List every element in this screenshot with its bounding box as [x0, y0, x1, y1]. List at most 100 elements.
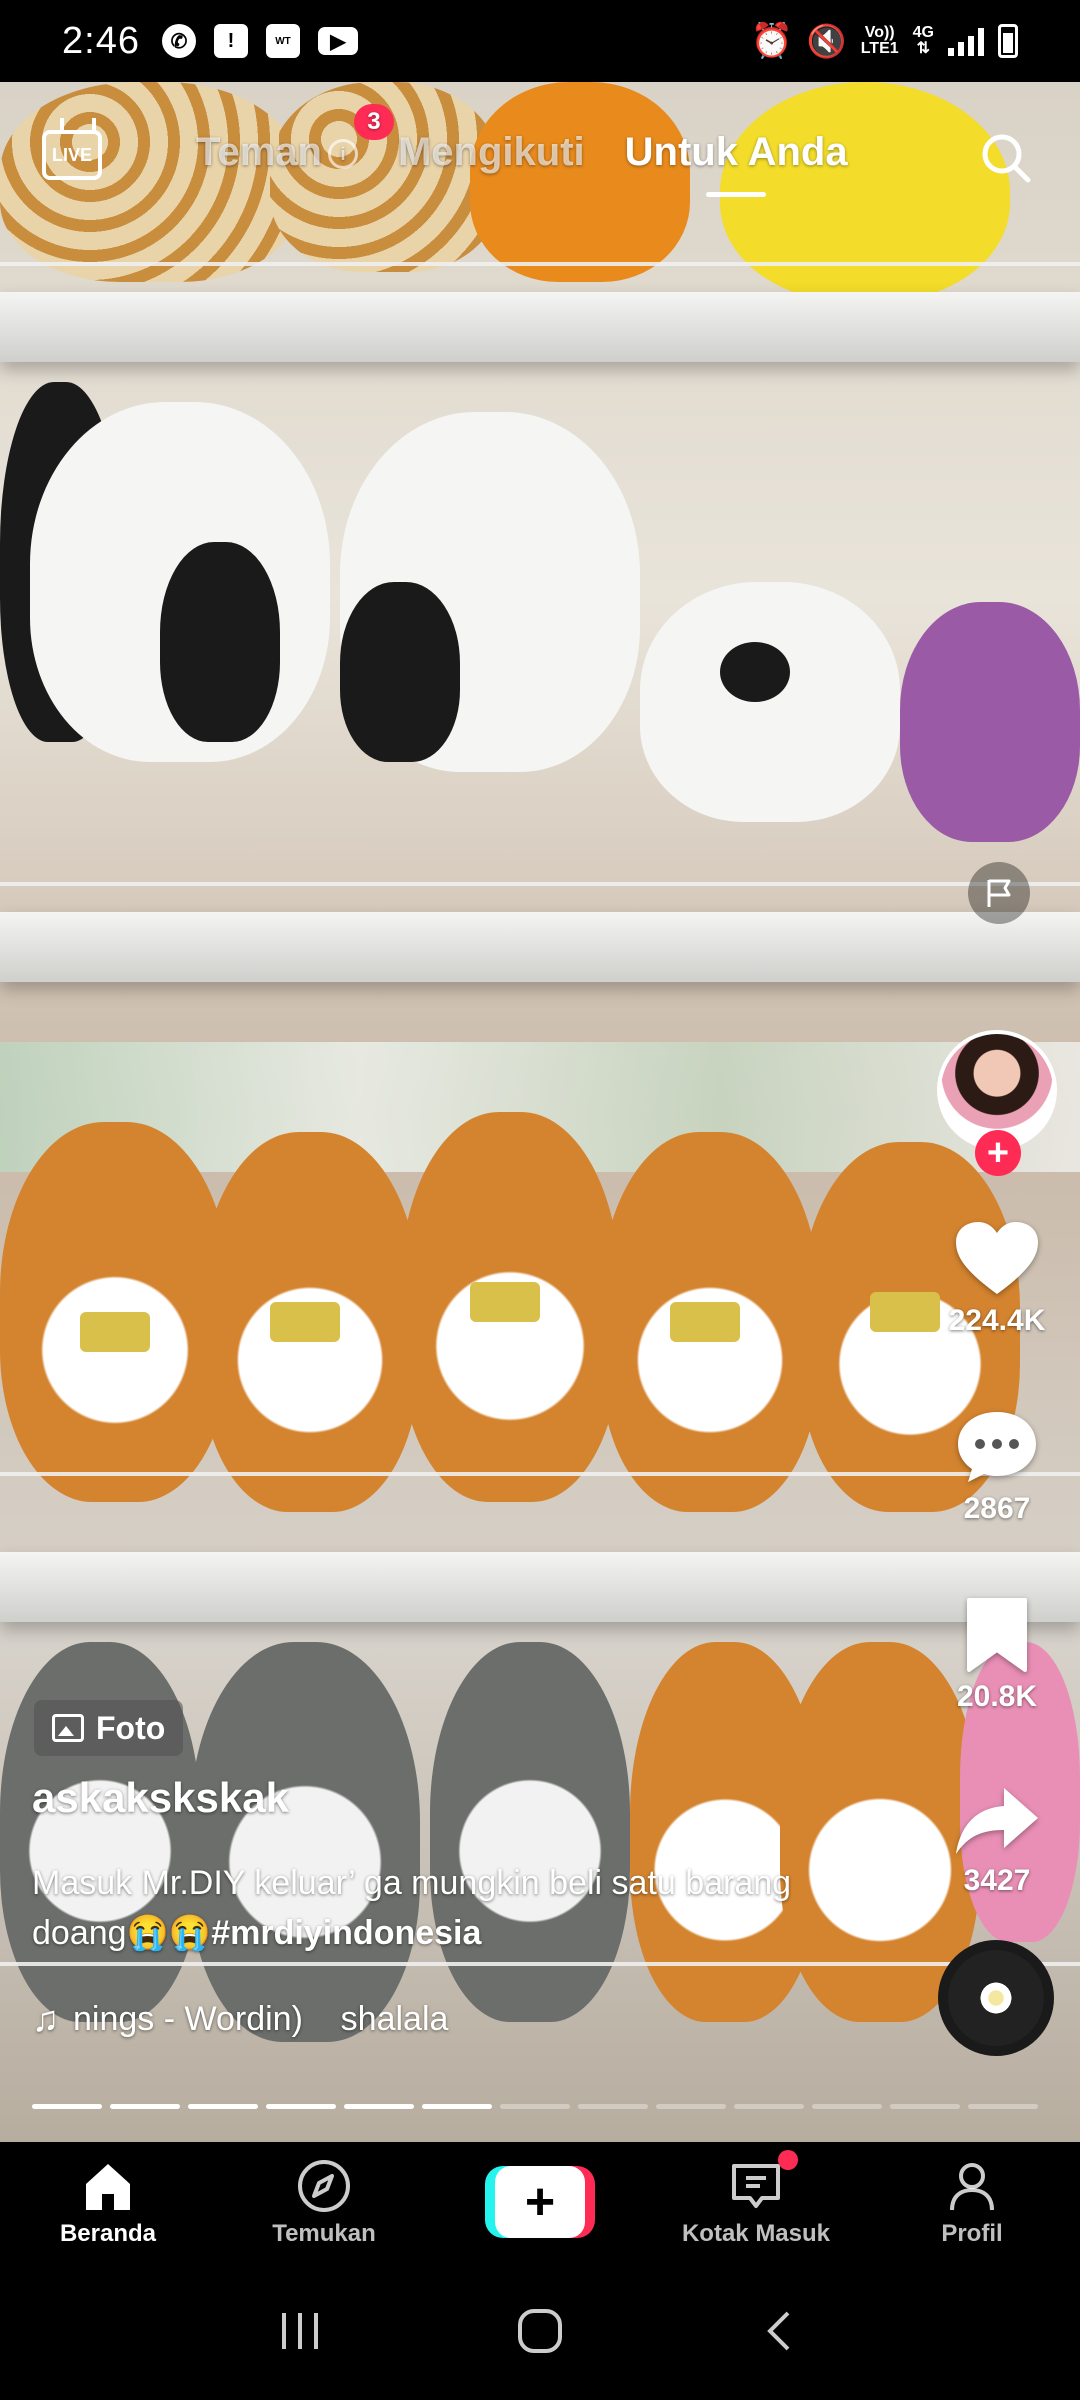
caption-hashtag[interactable]: #mrdiyindonesia	[211, 1914, 481, 1952]
live-button[interactable]: LIVE	[42, 130, 102, 180]
feed-tabs: Teman i 3 Mengikuti Untuk Anda	[196, 104, 848, 197]
comment-count: 2867	[963, 1492, 1031, 1525]
like-count: 224.4K	[948, 1304, 1046, 1337]
sound-cover-icon	[978, 1980, 1014, 2016]
photo-progress-segment	[578, 2104, 648, 2109]
report-button[interactable]	[968, 862, 1030, 924]
webtoon-icon: WT	[265, 24, 300, 58]
mute-icon: 🔇	[806, 23, 847, 59]
nav-profile[interactable]: Profil	[882, 2156, 1062, 2248]
photo-progress-segment	[110, 2104, 180, 2109]
photo-progress-segment	[812, 2104, 882, 2109]
volte-indicator: Vo)) LTE1	[861, 25, 899, 57]
system-nav-bar	[0, 2262, 1080, 2400]
nav-profile-label: Profil	[941, 2220, 1003, 2247]
bottom-nav: Beranda Temukan + Kotak Masuk Profil	[0, 2142, 1080, 2262]
home-system-button[interactable]	[510, 2301, 570, 2361]
create-button[interactable]: +	[485, 2166, 595, 2238]
recents-icon	[282, 2313, 318, 2349]
compass-icon	[298, 2160, 350, 2212]
shelf	[0, 912, 1080, 982]
flag-icon	[987, 879, 1011, 907]
status-time: 2:46	[62, 19, 140, 62]
photo-progress-segment	[890, 2104, 960, 2109]
volte-label: Vo))	[864, 24, 895, 41]
action-rail: + 224.4K 2867 20.8K 3427	[932, 1030, 1062, 1898]
gold-bow	[470, 1282, 540, 1322]
nav-discover[interactable]: Temukan	[234, 2156, 414, 2248]
photo-progress	[32, 2104, 1038, 2109]
search-icon	[982, 134, 1031, 183]
data-arrows-icon: ⇅	[916, 40, 931, 57]
panda-plush-patch	[340, 582, 460, 762]
back-arrow-icon	[767, 2311, 790, 2351]
signal-icon	[948, 26, 984, 56]
nav-home[interactable]: Beranda	[18, 2156, 198, 2248]
nav-create[interactable]: +	[450, 2166, 630, 2238]
gold-bow	[80, 1312, 150, 1352]
photo-mode-label: Foto	[96, 1709, 166, 1746]
shelf	[0, 1552, 1080, 1622]
post-photo[interactable]	[0, 82, 1080, 2142]
panda-plush	[640, 582, 900, 822]
music-note-icon: ♫	[32, 1998, 59, 2039]
post-caption[interactable]: Masuk Mr.DIY keluar’ ga mungkin beli sat…	[32, 1858, 792, 1958]
tab-following[interactable]: Mengikuti	[398, 130, 585, 175]
tab-friends[interactable]: Teman i 3	[196, 104, 394, 175]
recent-apps-button[interactable]	[270, 2301, 330, 2361]
music-disc[interactable]	[938, 1940, 1054, 2056]
whatsapp-icon: ✆	[161, 24, 196, 58]
like-action[interactable]: 224.4K	[948, 1220, 1046, 1338]
gold-bow	[870, 1292, 940, 1332]
lte-label: LTE1	[860, 40, 899, 57]
creator-username[interactable]: askakskskak	[32, 1774, 289, 1822]
photo-progress-segment	[266, 2104, 336, 2109]
sound-title: nings - Wordin) shalala	[73, 1999, 449, 2038]
photo-progress-segment	[344, 2104, 414, 2109]
photo-progress-segment	[422, 2104, 492, 2109]
photo-progress-segment	[968, 2104, 1038, 2109]
comment-action[interactable]: 2867	[954, 1408, 1040, 1526]
share-icon	[956, 1788, 1038, 1854]
alert-icon: !	[213, 24, 248, 58]
home-icon	[86, 2164, 130, 2210]
follow-button[interactable]: +	[975, 1130, 1021, 1176]
gray-cat-plush	[190, 1642, 420, 2042]
tab-friends-label: Teman	[196, 130, 322, 174]
photo-icon	[52, 1714, 84, 1742]
shelf-rail	[0, 882, 1080, 886]
info-icon: i	[327, 139, 358, 170]
network-type: 4G ⇅	[913, 25, 934, 57]
save-count: 20.8K	[956, 1680, 1038, 1713]
save-action[interactable]: 20.8K	[957, 1596, 1037, 1714]
shelf	[0, 292, 1080, 362]
sound-link[interactable]: ♫ nings - Wordin) shalala	[32, 1998, 448, 2040]
back-button[interactable]	[750, 2301, 810, 2361]
panda-plush-eye	[720, 642, 790, 702]
profile-icon	[950, 2163, 994, 2211]
photo-progress-segment	[188, 2104, 258, 2109]
gold-bow	[670, 1302, 740, 1342]
status-bar: 2:46 ✆ ! WT ▶ ⏰ 🔇 Vo)) LTE1 4G ⇅	[0, 0, 1080, 82]
battery-icon	[998, 24, 1018, 58]
live-label: LIVE	[51, 144, 92, 165]
photo-progress-segment	[656, 2104, 726, 2109]
system-status-icons: ⏰ 🔇 Vo)) LTE1 4G ⇅	[751, 21, 1018, 61]
purple-plush	[900, 602, 1080, 842]
comment-icon	[958, 1412, 1036, 1482]
youtube-icon: ▶	[317, 27, 358, 55]
search-button[interactable]	[978, 130, 1034, 186]
photo-progress-segment	[32, 2104, 102, 2109]
panda-plush-patch	[160, 542, 280, 742]
photo-progress-segment	[500, 2104, 570, 2109]
nav-inbox-label: Kotak Masuk	[681, 2220, 831, 2247]
nav-home-label: Beranda	[59, 2220, 157, 2247]
tab-for-you[interactable]: Untuk Anda	[625, 130, 848, 197]
friends-badge: 3	[353, 104, 394, 140]
shelf-rail	[0, 1962, 1080, 1966]
bookmark-icon	[967, 1598, 1027, 1672]
share-action[interactable]: 3427	[954, 1784, 1040, 1898]
nav-inbox[interactable]: Kotak Masuk	[666, 2150, 846, 2248]
shelf-rail	[0, 1472, 1080, 1476]
inbox-icon	[732, 2164, 780, 2208]
